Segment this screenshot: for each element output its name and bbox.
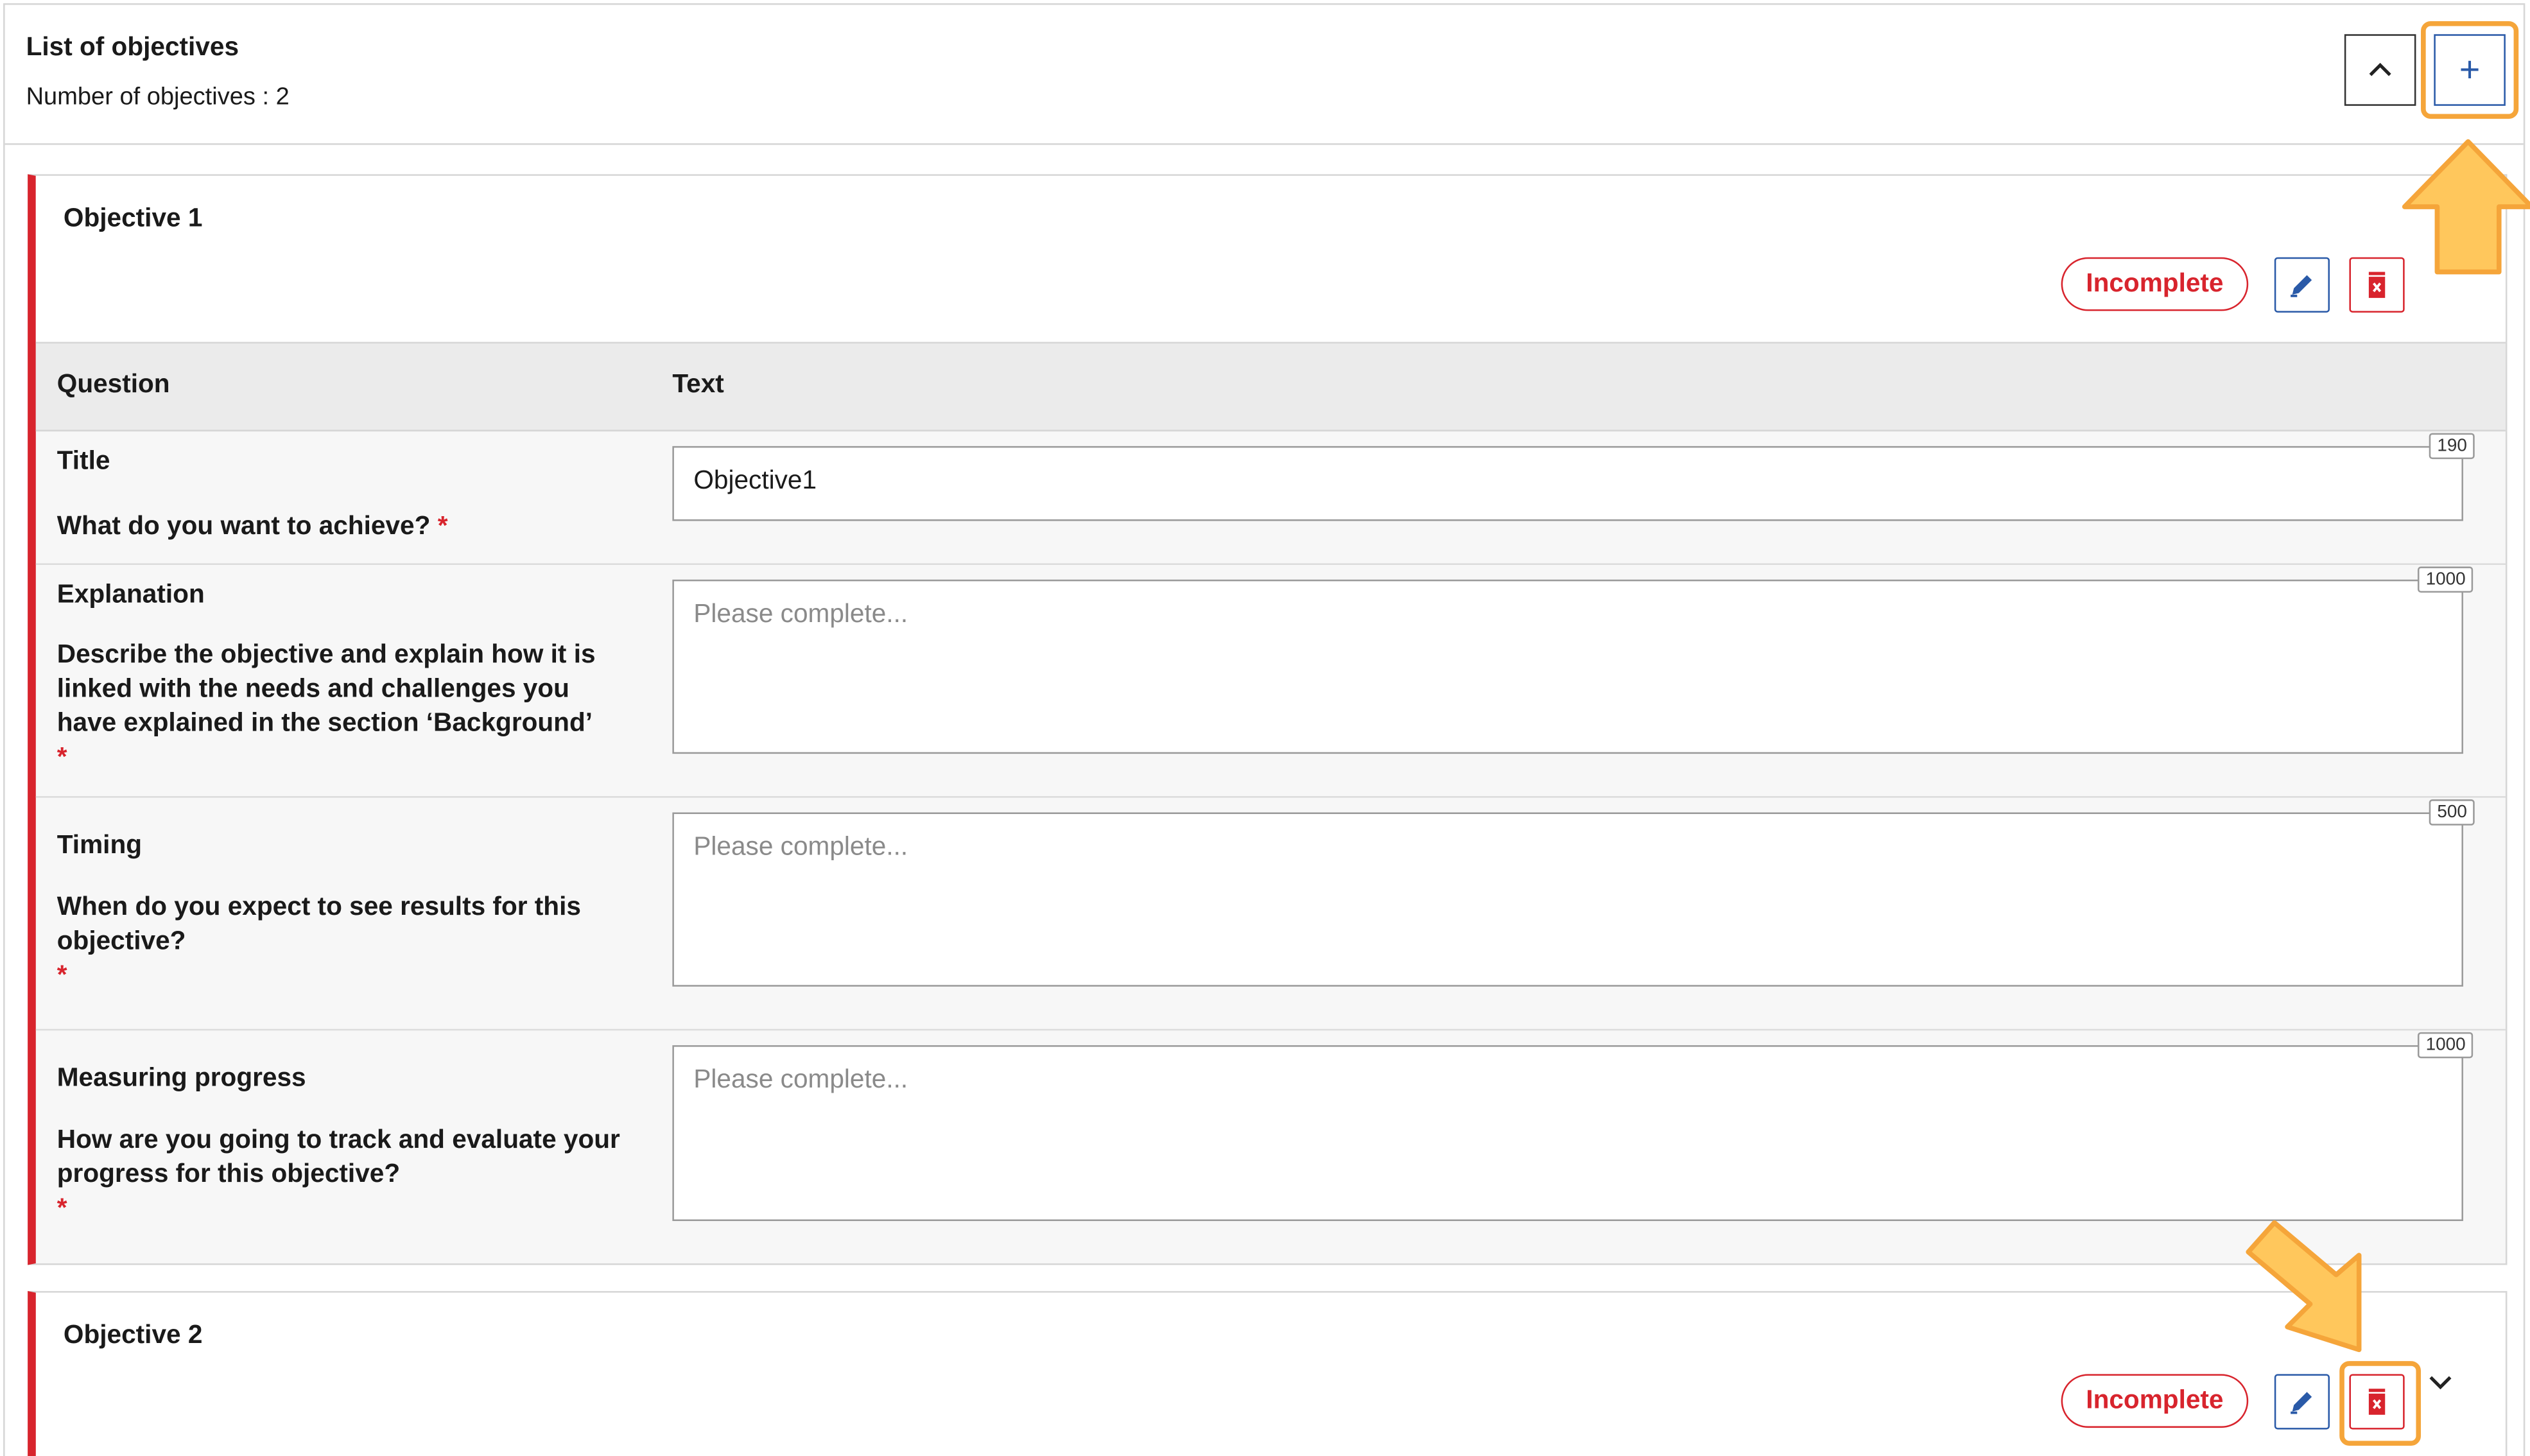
objectives-count: Number of objectives : 2 [26, 83, 290, 111]
table-row-timing: Timing When do you expect to see results… [35, 798, 2506, 1031]
trash-icon [2368, 272, 2386, 299]
char-limit-badge: 1000 [2417, 1032, 2474, 1059]
status-badge: Incomplete [2061, 257, 2249, 311]
explanation-textarea[interactable]: Please complete... [672, 579, 2463, 754]
title-input[interactable]: Objective1 [672, 446, 2463, 521]
question-text: How are you going to track and evaluate … [57, 1123, 627, 1226]
edit-objective-button[interactable] [2274, 257, 2330, 313]
edit-objective-button[interactable] [2274, 1374, 2330, 1430]
delete-objective-button[interactable] [2349, 257, 2405, 313]
table-header: Question Text [35, 342, 2506, 432]
add-button-highlight [2421, 21, 2519, 119]
objective-card-header: Objective 1 Incomplete [35, 175, 2506, 342]
table-row-title: Title What do you want to achieve? * Obj… [35, 431, 2506, 565]
measuring-progress-textarea[interactable]: Please complete... [672, 1045, 2463, 1221]
timing-textarea[interactable]: Please complete... [672, 812, 2463, 987]
arrow-icon [2246, 1220, 2362, 1353]
char-limit-badge: 190 [2429, 433, 2475, 460]
required-mark: * [56, 1195, 67, 1223]
objective-card-2: Objective 2 Incomplete [28, 1291, 2508, 1456]
question-label: Explanation [56, 581, 205, 609]
question-description: How are you going to track and evaluate … [56, 1126, 620, 1189]
question-text: What do you want to achieve? * [57, 510, 627, 544]
objective-title: Objective 2 [63, 1322, 203, 1350]
required-mark: * [56, 743, 67, 772]
char-limit-badge: 500 [2429, 799, 2475, 826]
question-label: Title [56, 447, 110, 476]
objective-card-1: Objective 1 Incomplete Question Text Tit… [28, 174, 2508, 1265]
question-description: Describe the objective and explain how i… [56, 641, 596, 738]
question-description: When do you expect to see results for th… [56, 894, 581, 956]
objective-title: Objective 1 [63, 205, 203, 233]
required-mark: * [437, 512, 448, 541]
arrow-icon [2402, 139, 2530, 275]
chevron-up-icon [2369, 62, 2391, 76]
question-text: Describe the objective and explain how i… [57, 638, 627, 775]
table-row-explanation: Explanation Describe the objective and e… [35, 565, 2506, 798]
required-mark: * [56, 962, 67, 990]
list-header: List of objectives Number of objectives … [4, 5, 2524, 145]
collapse-list-button[interactable] [2344, 34, 2416, 106]
chevron-down-icon [2429, 1376, 2452, 1390]
question-label: Measuring progress [56, 1064, 306, 1093]
column-header-text: Text [672, 371, 724, 399]
question-label: Timing [56, 831, 143, 860]
column-header-question: Question [56, 371, 170, 399]
objectives-container: List of objectives Number of objectives … [3, 3, 2530, 1456]
list-title: List of objectives [26, 34, 239, 62]
status-badge: Incomplete [2061, 1374, 2249, 1428]
expand-objective-button[interactable] [2427, 1369, 2454, 1399]
objectives-panel: List of objectives Number of objectives … [0, 0, 2530, 1456]
delete-button-highlight [2339, 1361, 2422, 1446]
pencil-icon [2291, 275, 2312, 297]
question-description: What do you want to achieve? [56, 512, 431, 541]
table-row-measuring-progress: Measuring progress How are you going to … [36, 1030, 2506, 1263]
char-limit-badge: 1000 [2417, 566, 2474, 593]
question-text: When do you expect to see results for th… [57, 890, 627, 993]
pencil-icon [2291, 1392, 2312, 1414]
